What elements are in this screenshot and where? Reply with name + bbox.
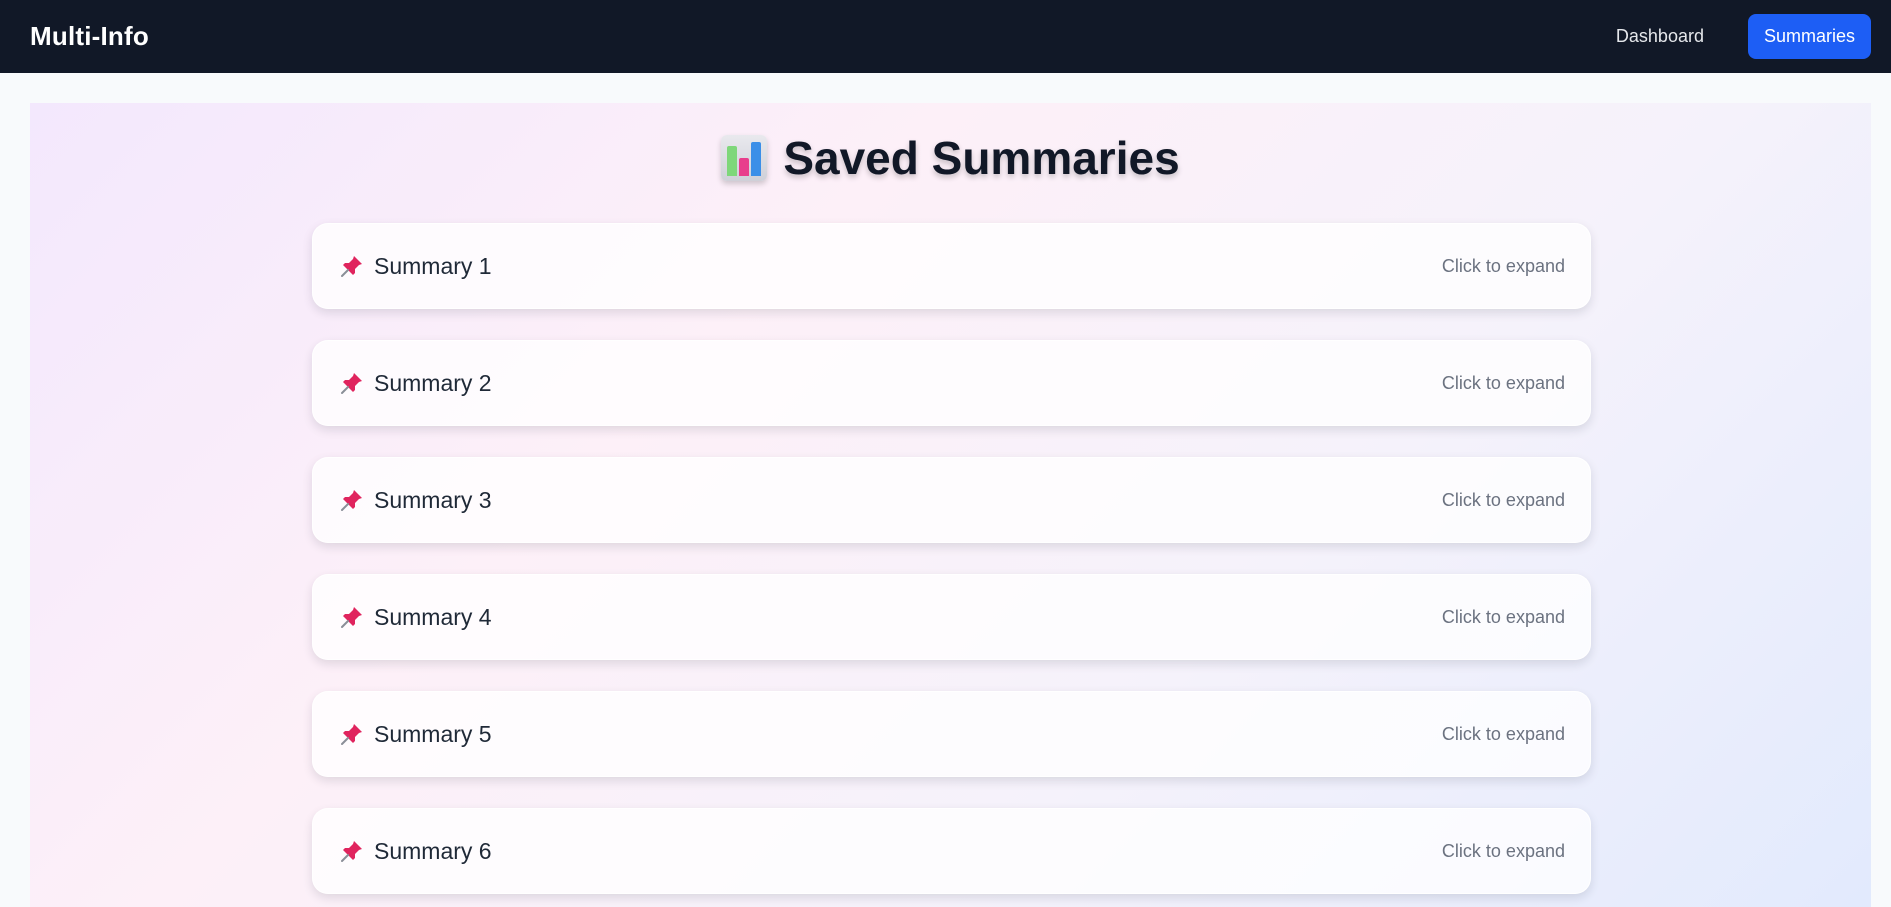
pushpin-icon <box>340 254 364 278</box>
summary-card-3[interactable]: Summary 3 Click to expand <box>312 457 1591 543</box>
summary-title: Summary 4 <box>374 603 492 630</box>
expand-hint: Click to expand <box>1441 489 1565 510</box>
page-header: Saved Summaries <box>30 131 1871 185</box>
nav-link-dashboard[interactable]: Dashboard <box>1592 14 1728 59</box>
summary-title: Summary 2 <box>374 369 492 396</box>
brand-logo[interactable]: Multi-Info <box>30 21 149 52</box>
pushpin-icon <box>340 605 364 629</box>
summary-card-2[interactable]: Summary 2 Click to expand <box>312 340 1591 426</box>
bar-chart-icon <box>721 135 768 181</box>
summary-title: Summary 1 <box>374 252 492 279</box>
pushpin-icon <box>340 488 364 512</box>
summary-list: Summary 1 Click to expand Summary 2 Clic… <box>312 223 1591 907</box>
summary-card-4[interactable]: Summary 4 Click to expand <box>312 574 1591 660</box>
summary-card-5[interactable]: Summary 5 Click to expand <box>312 691 1591 777</box>
expand-hint: Click to expand <box>1441 255 1565 276</box>
summary-card-1[interactable]: Summary 1 Click to expand <box>312 223 1591 309</box>
summary-card-6[interactable]: Summary 6 Click to expand <box>312 808 1591 894</box>
summaries-panel: Saved Summaries Summary 1 Click to expan… <box>30 103 1871 907</box>
nav-link-summaries[interactable]: Summaries <box>1747 14 1871 59</box>
pushpin-icon <box>340 839 364 863</box>
summary-title: Summary 3 <box>374 486 492 513</box>
summary-title: Summary 6 <box>374 837 492 864</box>
top-navbar: Multi-Info Dashboard Summaries <box>0 0 1891 73</box>
expand-hint: Click to expand <box>1441 606 1565 627</box>
expand-hint: Click to expand <box>1441 723 1565 744</box>
summary-title: Summary 5 <box>374 720 492 747</box>
pushpin-icon <box>340 722 364 746</box>
expand-hint: Click to expand <box>1441 372 1565 393</box>
nav-links: Dashboard Summaries <box>1592 14 1871 59</box>
page-title: Saved Summaries <box>783 132 1180 184</box>
pushpin-icon <box>340 371 364 395</box>
expand-hint: Click to expand <box>1441 840 1565 861</box>
